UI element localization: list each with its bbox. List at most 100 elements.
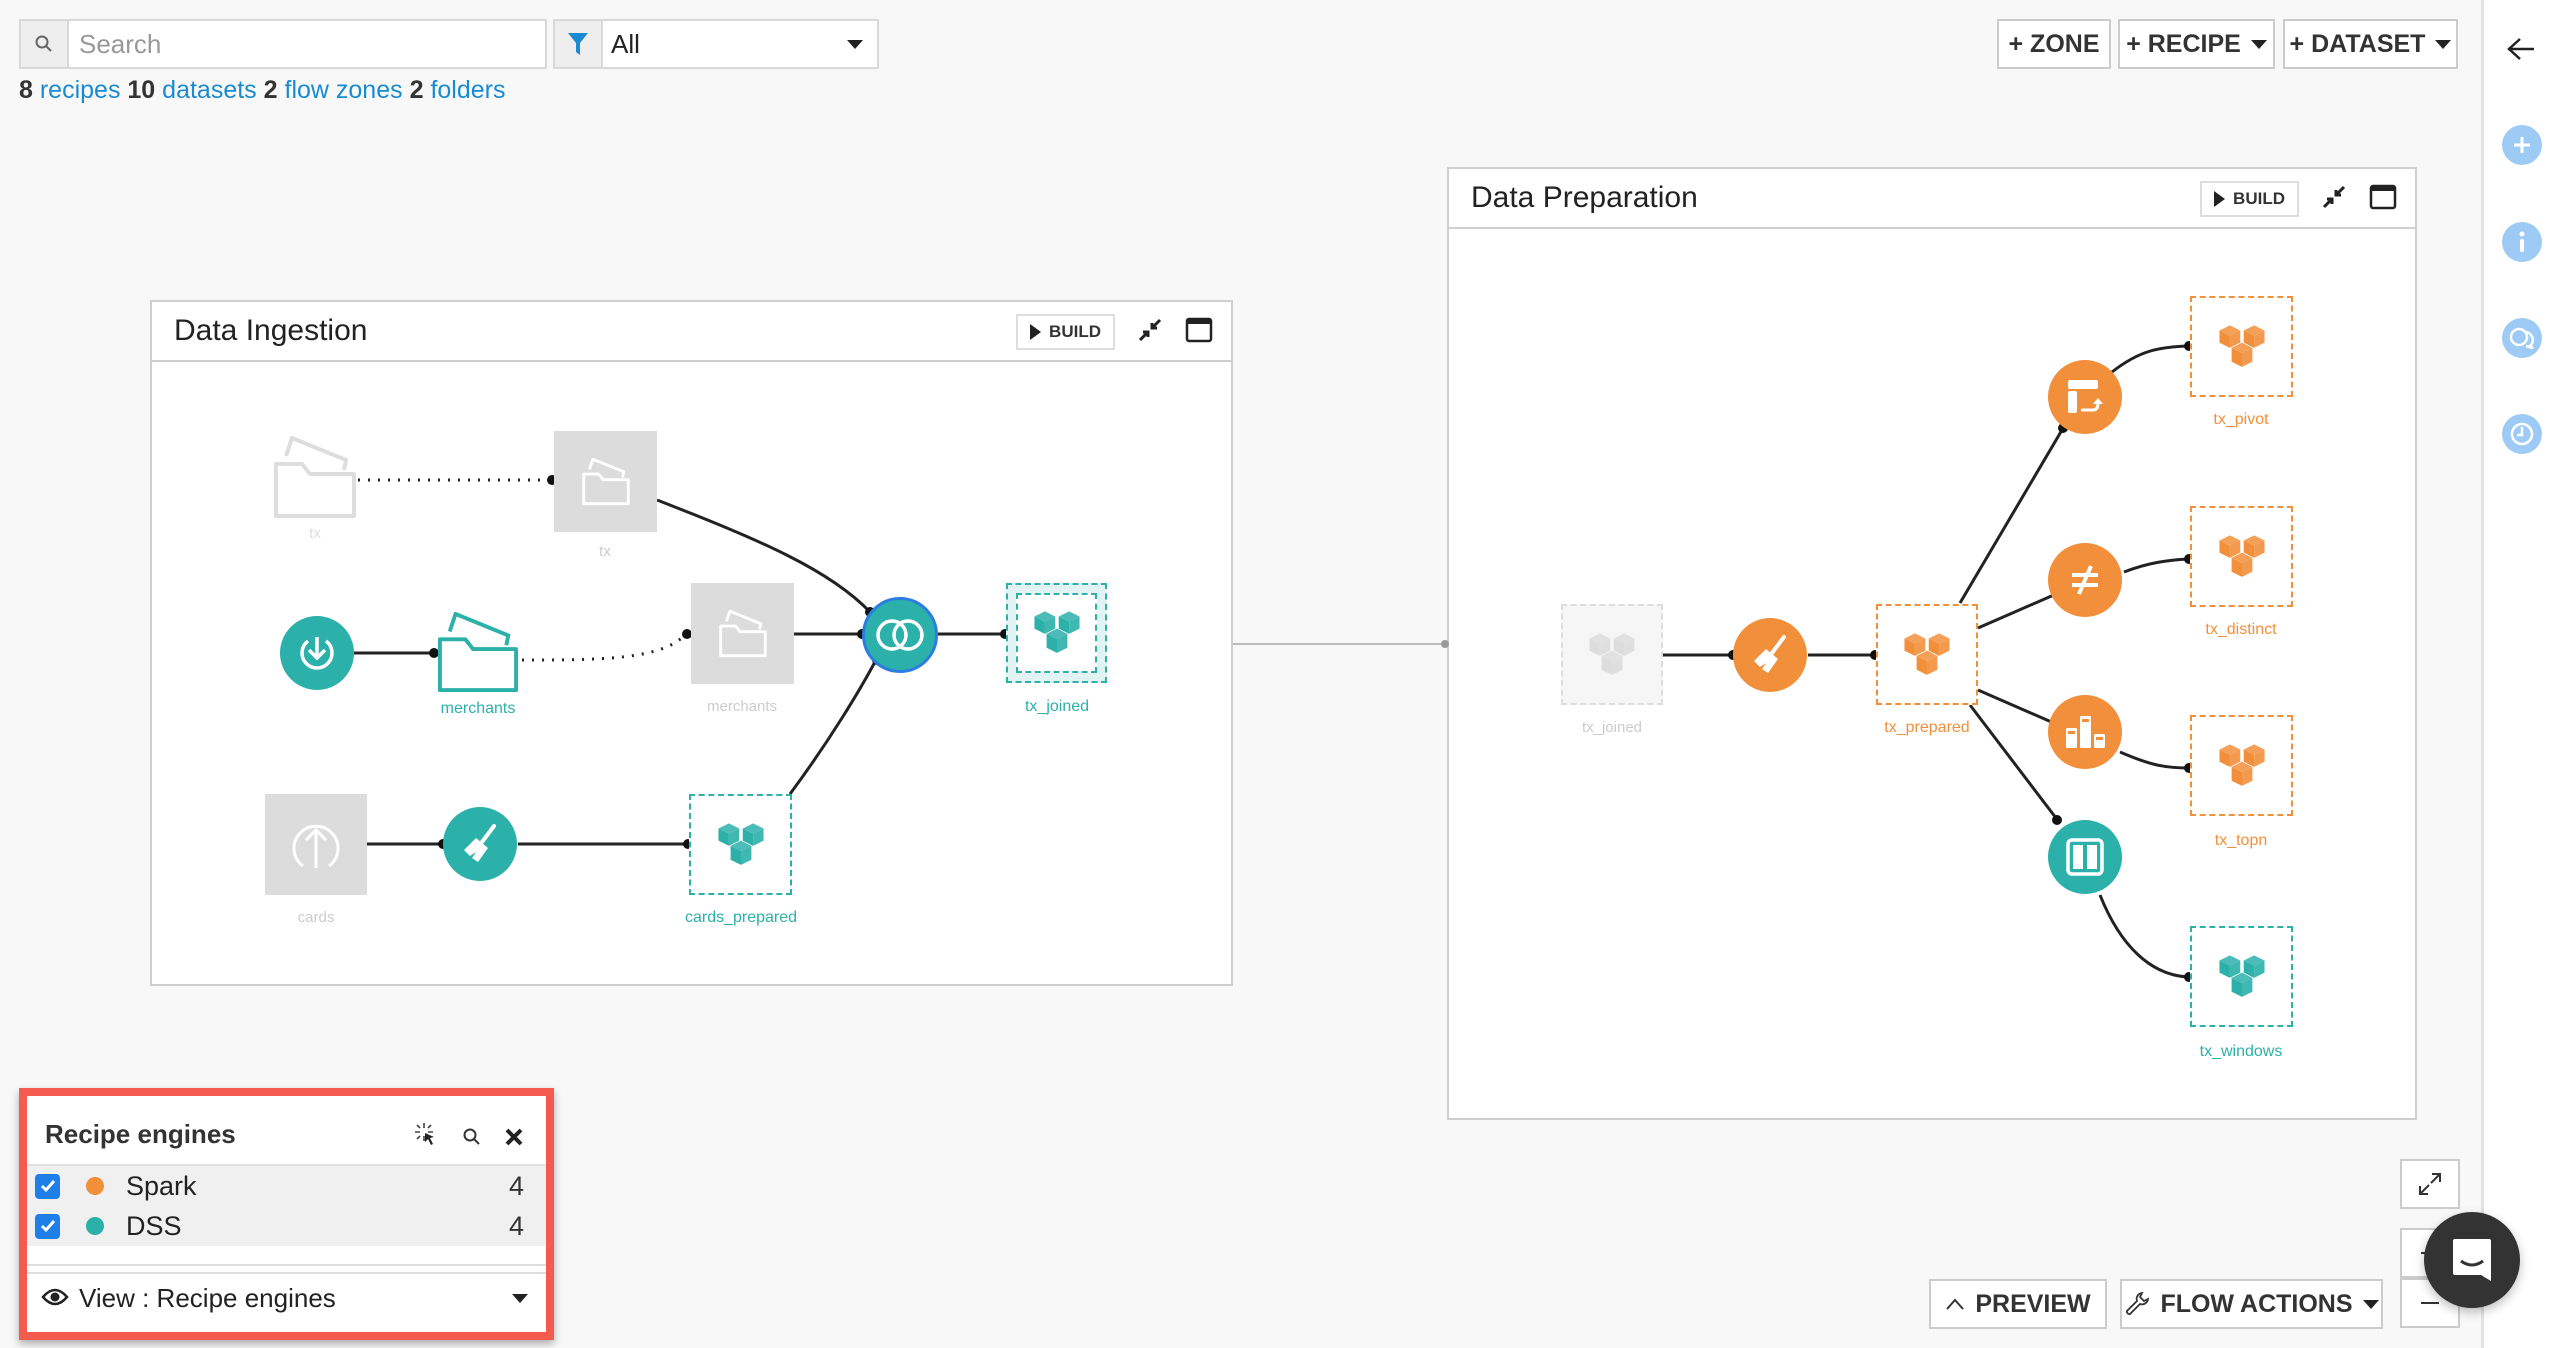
pivot-icon — [2068, 380, 2103, 413]
legend-item-dss[interactable]: DSS 4 — [27, 1206, 546, 1246]
spark-color-dot — [86, 1177, 104, 1195]
node-label: tx_distinct — [2205, 621, 2277, 638]
download-icon — [300, 637, 334, 670]
checkbox-checked[interactable] — [35, 1213, 60, 1239]
checkbox-checked[interactable] — [35, 1173, 60, 1199]
build-zone-button[interactable]: BUILD — [2200, 181, 2299, 217]
uploaded-dataset-node-cards[interactable] — [265, 794, 367, 895]
zone-title: Data Preparation — [1471, 181, 1698, 214]
node-label: tx_windows — [2199, 1043, 2283, 1060]
close-icon[interactable] — [504, 1123, 524, 1154]
pivot-recipe-node[interactable] — [2048, 360, 2122, 434]
add-zone-label: + ZONE — [2008, 29, 2100, 58]
managed-folder-node-tx[interactable] — [554, 431, 657, 532]
build-label: BUILD — [2233, 189, 2285, 208]
add-recipe-label: + RECIPE — [2126, 29, 2241, 58]
chevron-down-icon — [847, 39, 863, 49]
discussions-icon[interactable] — [2502, 318, 2542, 358]
info-icon[interactable] — [2502, 222, 2542, 262]
dataset-node-tx-windows[interactable] — [2190, 926, 2293, 1027]
folder-icon — [581, 457, 630, 505]
topn-recipe-node[interactable] — [2048, 695, 2122, 769]
window-icon — [2066, 838, 2104, 876]
add-dataset-button[interactable]: + DATASET — [2283, 19, 2458, 69]
add-icon[interactable] — [2502, 125, 2542, 165]
dataset-icon — [1586, 631, 1638, 679]
dataset-node-tx-distinct[interactable] — [2190, 506, 2293, 607]
add-dataset-label: + DATASET — [2289, 29, 2426, 58]
node-label: tx_topn — [2214, 832, 2268, 849]
dataset-icon — [2216, 533, 2268, 581]
history-icon[interactable] — [2502, 414, 2542, 454]
collapse-icon[interactable] — [1137, 317, 1163, 348]
distinct-recipe-node[interactable] — [2048, 543, 2122, 617]
flow-actions-label: FLOW ACTIONS — [2160, 1289, 2353, 1318]
zoom-fit-button[interactable] — [2400, 1159, 2460, 1209]
datasets-link[interactable]: datasets — [162, 76, 257, 104]
join-recipe-node[interactable] — [862, 597, 938, 673]
maximize-icon[interactable] — [2369, 184, 2397, 215]
folder-node-tx-source[interactable] — [272, 435, 358, 520]
broom-icon — [1754, 635, 1786, 673]
play-icon — [2214, 191, 2226, 207]
dataset-icon — [1901, 631, 1953, 679]
add-zone-button[interactable]: + ZONE — [1997, 19, 2111, 69]
build-label: BUILD — [1049, 322, 1101, 341]
node-label: tx_joined — [1024, 698, 1090, 715]
node-label: tx_pivot — [2213, 411, 2269, 428]
node-label: tx_prepared — [1884, 719, 1970, 736]
search-icon[interactable] — [462, 1123, 482, 1154]
support-chat-button[interactable] — [2424, 1212, 2520, 1308]
folder-node-merchants[interactable] — [435, 611, 521, 694]
dataset-node-tx-joined[interactable] — [1006, 583, 1107, 683]
filter-dropdown[interactable]: All — [553, 19, 879, 69]
dataset-node-cards-prepared[interactable] — [689, 794, 792, 895]
preview-button[interactable]: PREVIEW — [1929, 1279, 2107, 1329]
zones-count: 2 — [263, 76, 278, 104]
collapse-icon[interactable] — [2321, 184, 2347, 215]
dataset-node-tx-pivot[interactable] — [2190, 296, 2293, 397]
flow-actions-button[interactable]: FLOW ACTIONS — [2120, 1279, 2383, 1329]
flow-zones-link[interactable]: flow zones — [285, 76, 403, 104]
join-icon — [876, 619, 924, 651]
play-icon — [1030, 324, 1042, 340]
shared-dataset-node-tx-joined[interactable] — [1561, 604, 1663, 705]
legend-item-count: 4 — [508, 1170, 524, 1201]
node-label: tx — [309, 525, 321, 542]
maximize-icon[interactable] — [1185, 317, 1213, 348]
topn-icon — [2066, 716, 2105, 748]
folders-link[interactable]: folders — [430, 76, 505, 104]
legend-item-spark[interactable]: Spark 4 — [27, 1166, 546, 1206]
dataset-node-tx-prepared[interactable] — [1876, 604, 1978, 705]
search-box — [19, 19, 547, 69]
dataset-icon — [1031, 609, 1083, 657]
legend-item-name: DSS — [126, 1210, 182, 1241]
chevron-down-icon — [2435, 39, 2452, 49]
zone-header: Data Ingestion BUILD — [152, 302, 1231, 362]
legend-title: Recipe engines — [45, 1118, 236, 1149]
legend-item-name: Spark — [126, 1170, 197, 1201]
search-input[interactable] — [69, 21, 545, 67]
select-all-icon[interactable] — [414, 1122, 440, 1155]
window-recipe-node[interactable] — [2048, 820, 2122, 894]
not-equal-icon — [2072, 565, 2098, 595]
back-arrow-icon[interactable] — [2506, 36, 2536, 67]
prepare-recipe-node[interactable] — [1733, 618, 1807, 692]
legend-header: Recipe engines — [27, 1104, 546, 1166]
zone-title: Data Ingestion — [174, 314, 368, 347]
download-recipe-node[interactable] — [280, 616, 354, 690]
folder-icon — [718, 609, 767, 657]
recipes-link[interactable]: recipes — [40, 76, 121, 104]
legend-item-count: 4 — [508, 1210, 524, 1241]
chevron-down-icon — [2362, 1299, 2379, 1309]
wrench-icon — [2126, 1291, 2150, 1315]
folder-icon — [274, 435, 356, 518]
managed-folder-node-merchants[interactable] — [691, 583, 794, 684]
prepare-recipe-node[interactable] — [443, 807, 517, 881]
add-recipe-button[interactable]: + RECIPE — [2118, 19, 2275, 69]
build-zone-button[interactable]: BUILD — [1016, 314, 1115, 350]
dataset-node-tx-topn[interactable] — [2190, 715, 2293, 816]
chevron-down-icon — [512, 1294, 528, 1303]
node-label: tx_joined — [1581, 719, 1643, 736]
view-selector[interactable]: View : Recipe engines — [27, 1272, 546, 1322]
